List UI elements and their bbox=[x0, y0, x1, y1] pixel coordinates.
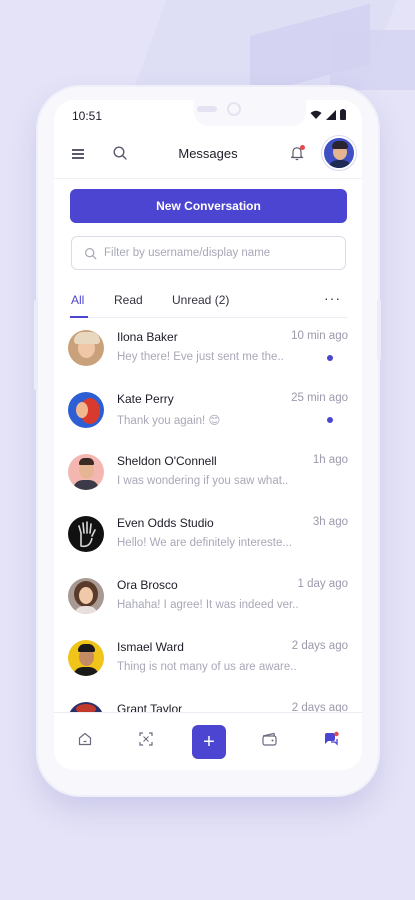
conversation-row[interactable]: Sheldon O'Connell I was wondering if you… bbox=[54, 446, 362, 508]
filter-field[interactable] bbox=[71, 236, 346, 270]
battery-icon bbox=[340, 109, 346, 120]
tab-read[interactable]: Read bbox=[114, 293, 143, 307]
profile-avatar[interactable] bbox=[322, 136, 356, 170]
conversation-row[interactable]: Even Odds Studio Hello! We are definitel… bbox=[54, 508, 362, 570]
tabs-divider bbox=[70, 317, 347, 318]
header-divider bbox=[54, 178, 362, 179]
more-options-icon[interactable]: ··· bbox=[324, 290, 341, 306]
unread-indicator bbox=[327, 417, 333, 423]
front-camera bbox=[227, 102, 241, 116]
contact-name: Sheldon O'Connell bbox=[117, 454, 217, 468]
message-time: 25 min ago bbox=[291, 392, 348, 404]
speaker-grill bbox=[197, 106, 217, 112]
message-preview: Hello! We are definitely intereste... bbox=[117, 537, 292, 549]
signal-icon bbox=[326, 109, 336, 120]
chat-badge bbox=[334, 731, 339, 737]
phone-screen: 10:51 Messages New Conversation Filter b… bbox=[54, 100, 362, 770]
tab-unread[interactable]: Unread (2) bbox=[172, 293, 229, 307]
message-time: 3h ago bbox=[312, 516, 348, 528]
contact-name: Ilona Baker bbox=[117, 330, 178, 344]
message-preview: Thing is not many of us are aware.. bbox=[117, 661, 297, 673]
message-time: 10 min ago bbox=[291, 330, 348, 342]
avatar bbox=[68, 330, 104, 366]
avatar bbox=[68, 578, 104, 614]
message-preview: I was wondering if you saw what.. bbox=[117, 475, 289, 487]
conversation-row[interactable]: Kate Perry Thank you again! 😊 25 min ago bbox=[54, 384, 362, 446]
wallet-icon[interactable] bbox=[261, 731, 279, 747]
avatar bbox=[68, 516, 104, 552]
status-time: 10:51 bbox=[72, 109, 103, 123]
home-icon[interactable] bbox=[77, 731, 93, 747]
notification-badge bbox=[300, 145, 305, 150]
tab-all[interactable]: All bbox=[71, 293, 84, 307]
message-preview: Thank you again! 😊 bbox=[117, 415, 221, 427]
message-time: 1h ago bbox=[312, 454, 348, 466]
conversation-row[interactable]: Ora Brosco Hahaha! I agree! It was indee… bbox=[54, 570, 362, 632]
message-time: 1 day ago bbox=[297, 578, 348, 590]
contact-name: Kate Perry bbox=[117, 392, 174, 406]
active-tab-indicator bbox=[70, 316, 88, 318]
message-tabs: All Read Unread (2) ··· bbox=[54, 286, 362, 316]
app-header: Messages bbox=[54, 134, 362, 176]
wifi-icon bbox=[310, 110, 322, 119]
avatar bbox=[68, 454, 104, 490]
background-shape bbox=[330, 30, 415, 90]
bottom-nav: + bbox=[54, 712, 362, 770]
avatar bbox=[68, 640, 104, 676]
message-preview: Hey there! Eve just sent me the.. bbox=[117, 351, 284, 363]
scan-icon[interactable] bbox=[138, 731, 154, 747]
unread-indicator bbox=[327, 355, 333, 361]
conversation-row[interactable]: Ilona Baker Hey there! Eve just sent me … bbox=[54, 322, 362, 384]
message-preview: Hahaha! I agree! It was indeed ver.. bbox=[117, 599, 299, 611]
phone-side-button bbox=[34, 300, 38, 390]
notification-bell-icon[interactable] bbox=[289, 144, 307, 162]
chat-icon[interactable] bbox=[322, 731, 340, 747]
add-button[interactable]: + bbox=[192, 725, 226, 759]
conversation-row[interactable]: Ismael Ward Thing is not many of us are … bbox=[54, 632, 362, 694]
contact-name: Ora Brosco bbox=[117, 578, 178, 592]
page-title: Messages bbox=[178, 146, 238, 161]
search-icon bbox=[85, 247, 97, 259]
phone-side-button bbox=[377, 300, 381, 360]
status-icons bbox=[310, 109, 346, 120]
hand-logo-icon bbox=[78, 521, 96, 548]
new-conversation-button[interactable]: New Conversation bbox=[70, 189, 347, 223]
contact-name: Even Odds Studio bbox=[117, 516, 214, 530]
avatar bbox=[68, 392, 104, 428]
message-time: 2 days ago bbox=[291, 640, 348, 652]
contact-name: Ismael Ward bbox=[117, 640, 184, 654]
phone-notch bbox=[194, 100, 306, 126]
filter-input[interactable] bbox=[104, 247, 324, 259]
